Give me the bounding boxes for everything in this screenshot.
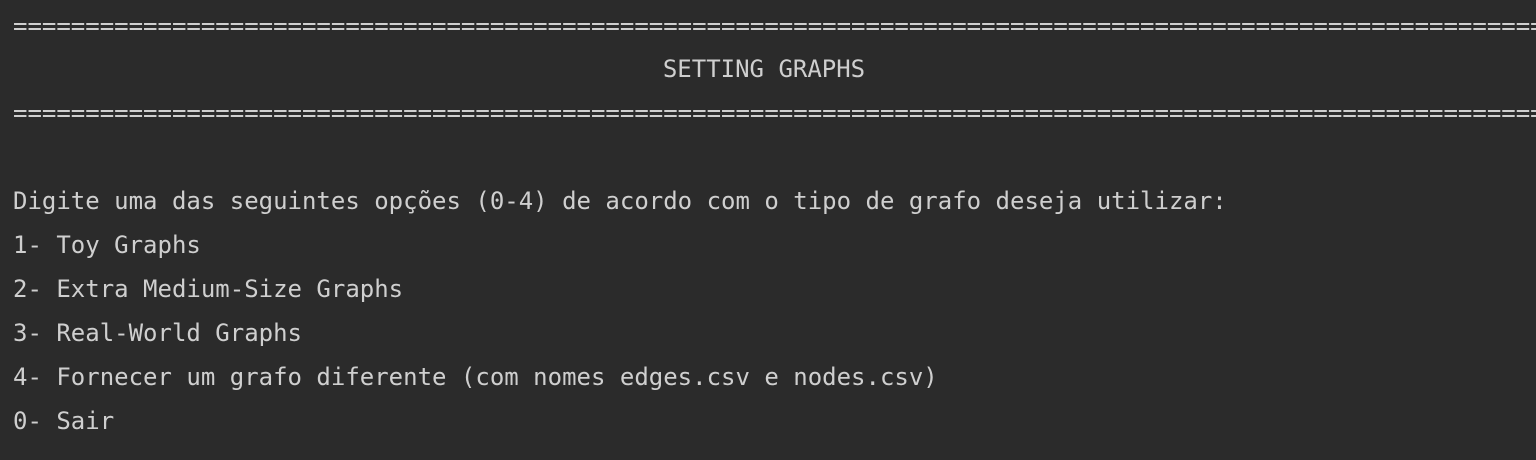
menu-option: 0- Sair: [13, 407, 115, 435]
menu-title: SETTING GRAPHS: [662, 55, 866, 83]
menu-option: 4- Fornecer um grafo diferente (com nome…: [13, 363, 938, 391]
menu-option: 1- Toy Graphs: [13, 231, 201, 259]
separator-bottom: ========================================…: [13, 99, 1536, 127]
console-output: ========================================…: [0, 0, 1536, 460]
menu-option: 3- Real-World Graphs: [13, 319, 302, 347]
prompt-text: Digite uma das seguintes opções (0-4) de…: [13, 187, 1227, 215]
separator-top: ========================================…: [13, 12, 1536, 40]
menu-option: 2- Extra Medium-Size Graphs: [13, 275, 404, 303]
